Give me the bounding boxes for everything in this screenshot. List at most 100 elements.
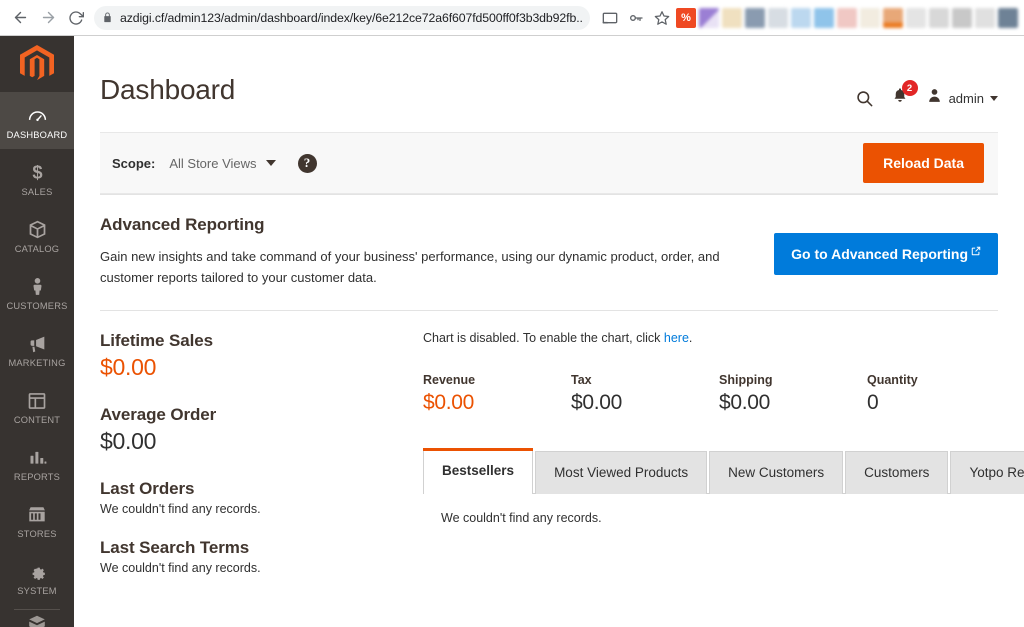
sidebar-item-find-partners[interactable]: FIND PARTNERS & EXTENSIONS (0, 612, 74, 627)
sidebar-item-marketing[interactable]: MARKETING (0, 320, 74, 377)
extension-icon-4[interactable] (745, 7, 765, 28)
extension-icon-15[interactable] (998, 7, 1018, 28)
sidebar-item-sales[interactable]: $ SALES (0, 149, 74, 206)
gear-icon (27, 561, 48, 583)
enable-chart-link[interactable]: here (664, 331, 689, 345)
extension-icon-14[interactable] (975, 7, 995, 28)
grid-panel: We couldn't find any records. Next > (423, 493, 1024, 561)
dashboard-stats-column: Lifetime Sales $0.00 Average Order $0.00… (100, 311, 410, 599)
box-icon (27, 219, 48, 241)
sidebar-item-content[interactable]: CONTENT (0, 377, 74, 434)
extension-icon-11[interactable] (906, 7, 926, 28)
extension-icon-3[interactable] (722, 7, 742, 28)
total-tax: Tax $0.00 (571, 373, 719, 415)
star-icon[interactable] (654, 10, 670, 26)
chevron-down-icon (265, 160, 276, 166)
lifetime-sales-title: Lifetime Sales (100, 331, 213, 350)
sidebar-item-catalog[interactable]: CATALOG (0, 206, 74, 263)
last-orders-empty: We couldn't find any records. (100, 502, 261, 516)
extension-box-icon (26, 613, 48, 627)
total-quantity-label: Quantity (867, 373, 918, 387)
omnibox-actions (602, 10, 670, 26)
back-arrow-icon[interactable] (6, 4, 34, 32)
average-order-title: Average Order (100, 405, 217, 424)
user-menu[interactable]: admin (926, 87, 998, 109)
extension-icon-10[interactable] (883, 7, 903, 28)
address-bar[interactable]: azdigi.cf/admin123/admin/dashboard/index… (94, 5, 590, 30)
scope-label: Scope: (112, 155, 156, 171)
sidebar-item-label: CATALOG (14, 243, 60, 254)
extension-icons: % (670, 7, 1018, 28)
advanced-reporting-section: Advanced Reporting Gain new insights and… (74, 195, 1024, 288)
extension-icon-7[interactable] (814, 7, 834, 28)
magento-logo[interactable] (0, 36, 74, 92)
user-avatar-icon (926, 87, 943, 109)
sidebar-item-label: SALES (21, 186, 53, 197)
dashboard-body: Lifetime Sales $0.00 Average Order $0.00… (74, 311, 1024, 599)
user-name: admin (948, 90, 984, 106)
last-orders-block: Last Orders We couldn't find any records… (100, 479, 410, 516)
question-mark-icon[interactable]: ? (297, 153, 317, 173)
tab-most-viewed-products[interactable]: Most Viewed Products (535, 451, 708, 494)
total-tax-label: Tax (571, 373, 592, 387)
search-icon[interactable] (855, 89, 874, 108)
sidebar-item-system[interactable]: SYSTEM (0, 548, 74, 605)
total-shipping-value: $0.00 (719, 391, 771, 414)
last-search-terms-title: Last Search Terms (100, 538, 250, 557)
key-icon[interactable] (628, 10, 644, 26)
tab-yotpo-reviews[interactable]: Yotpo Reviews (950, 451, 1024, 494)
cast-icon[interactable] (602, 10, 618, 26)
extension-icon-5[interactable] (768, 7, 788, 28)
reload-data-button[interactable]: Reload Data (863, 143, 984, 183)
total-quantity: Quantity 0 (867, 373, 1015, 415)
sidebar-divider (14, 609, 60, 610)
bar-chart-icon (27, 447, 48, 469)
extension-icon-9[interactable] (860, 7, 880, 28)
advanced-reporting-text: Advanced Reporting Gain new insights and… (100, 215, 760, 288)
extension-icon-6[interactable] (791, 7, 811, 28)
go-to-advanced-reporting-button[interactable]: Go to Advanced Reporting (774, 233, 998, 275)
extension-icon-12[interactable] (929, 7, 949, 28)
total-revenue: Revenue $0.00 (423, 373, 571, 415)
sidebar-item-label: CONTENT (13, 414, 61, 425)
sidebar-item-stores[interactable]: STORES (0, 491, 74, 548)
lock-icon (102, 12, 113, 23)
store-view-value: All Store Views (169, 155, 257, 171)
extension-icon-8[interactable] (837, 7, 857, 28)
extension-icon-13[interactable] (952, 7, 972, 28)
tab-new-customers[interactable]: New Customers (709, 451, 844, 494)
sidebar-item-label: STORES (17, 528, 57, 539)
notifications-button[interactable]: 2 (891, 80, 918, 110)
browser-toolbar: azdigi.cf/admin123/admin/dashboard/index… (0, 0, 1024, 36)
total-revenue-value: $0.00 (423, 391, 475, 414)
scope-bar: Scope: All Store Views ? Reload Data (100, 132, 998, 194)
reload-icon[interactable] (62, 4, 90, 32)
main-content: Dashboard 2 admin Scope: All Store Views… (74, 36, 1024, 627)
lifetime-sales-block: Lifetime Sales $0.00 (100, 331, 410, 381)
page-header: Dashboard 2 admin (74, 36, 1024, 110)
dashboard-chart-column: Chart is disabled. To enable the chart, … (410, 311, 1024, 599)
last-search-terms-block: Last Search Terms We couldn't find any r… (100, 538, 410, 575)
extension-icon-1[interactable]: % (676, 7, 696, 28)
forward-arrow-icon[interactable] (34, 4, 62, 32)
dollar-icon: $ (27, 162, 48, 184)
dashboard-grid-tabs: Bestsellers Most Viewed Products New Cus… (423, 448, 1024, 494)
total-tax-value: $0.00 (571, 391, 623, 414)
extension-icon-2[interactable] (699, 7, 719, 28)
store-view-selector[interactable]: All Store Views (169, 155, 276, 171)
go-to-advanced-reporting-label: Go to Advanced Reporting (791, 246, 968, 262)
grid-empty-message: We couldn't find any records. (441, 511, 602, 525)
total-quantity-value: 0 (867, 391, 879, 414)
tab-customers[interactable]: Customers (845, 451, 949, 494)
sidebar-item-customers[interactable]: CUSTOMERS (0, 263, 74, 320)
total-shipping: Shipping $0.00 (719, 373, 867, 415)
chevron-down-icon (990, 95, 998, 101)
last-orders-title: Last Orders (100, 479, 195, 498)
sidebar-item-label: CUSTOMERS (6, 300, 68, 311)
tab-bestsellers[interactable]: Bestsellers (423, 448, 534, 494)
sidebar-item-dashboard[interactable]: DASHBOARD (0, 92, 74, 149)
gauge-icon (27, 105, 48, 127)
sidebar-item-reports[interactable]: REPORTS (0, 434, 74, 491)
chart-disabled-note: Chart is disabled. To enable the chart, … (423, 331, 1024, 345)
last-search-terms-empty: We couldn't find any records. (100, 561, 261, 575)
